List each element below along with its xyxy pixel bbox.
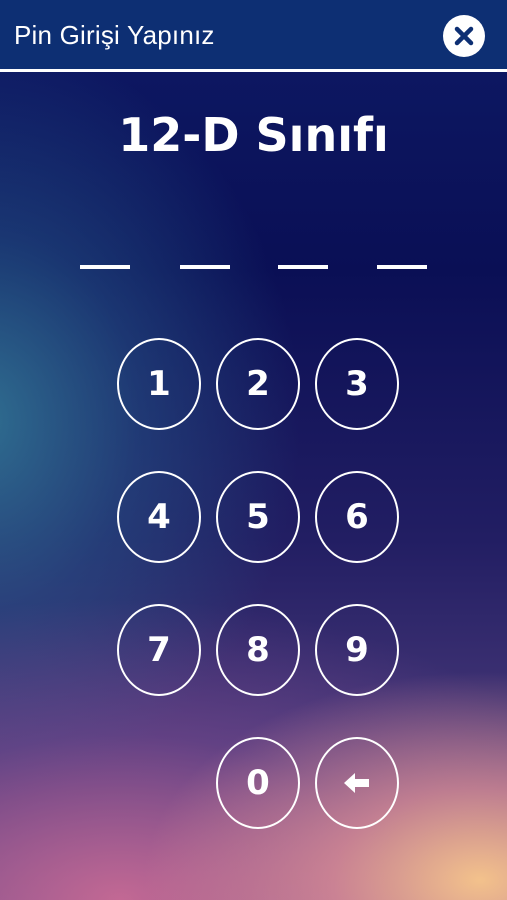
class-name-heading: 12-D Sınıfı	[118, 108, 389, 162]
key-1[interactable]: 1	[117, 338, 201, 430]
close-button[interactable]	[443, 15, 485, 57]
key-3[interactable]: 3	[315, 338, 399, 430]
backspace-button[interactable]	[315, 737, 399, 829]
pin-slot	[278, 265, 328, 269]
pin-slot	[80, 265, 130, 269]
pin-indicator	[80, 265, 430, 271]
dialog-title: Pin Girişi Yapınız	[14, 20, 215, 50]
key-5[interactable]: 5	[216, 471, 300, 563]
key-9[interactable]: 9	[315, 604, 399, 696]
pin-slot	[377, 265, 427, 269]
key-6[interactable]: 6	[315, 471, 399, 563]
key-7[interactable]: 7	[117, 604, 201, 696]
key-0[interactable]: 0	[216, 737, 300, 829]
close-icon	[454, 26, 474, 46]
key-8[interactable]: 8	[216, 604, 300, 696]
key-2[interactable]: 2	[216, 338, 300, 430]
title-bar: Pin Girişi Yapınız	[0, 0, 507, 72]
arrow-left-icon	[344, 773, 369, 793]
key-4[interactable]: 4	[117, 471, 201, 563]
pin-slot	[180, 265, 230, 269]
